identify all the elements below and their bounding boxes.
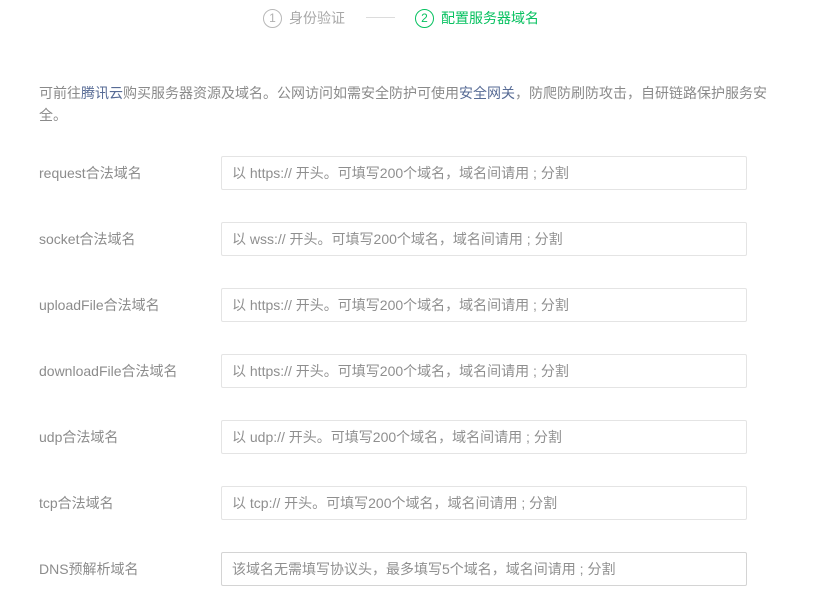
step-label-2: 配置服务器域名 xyxy=(441,10,539,26)
intro-text-1: 可前往 xyxy=(39,85,81,101)
step-connector xyxy=(366,17,395,18)
socket-domain-input[interactable] xyxy=(221,222,747,256)
downloadfile-domain-label: downloadFile合法域名 xyxy=(39,363,178,379)
socket-domain-label: socket合法域名 xyxy=(39,231,136,247)
uploadfile-domain-input[interactable] xyxy=(221,288,747,322)
step-number-1: 1 xyxy=(263,8,282,28)
uploadfile-domain-label: uploadFile合法域名 xyxy=(39,297,160,313)
udp-domain-input[interactable] xyxy=(221,420,747,454)
intro-text-2: 购买服务器资源及域名。公网访问如需安全防护可使用 xyxy=(123,85,459,101)
security-gateway-link[interactable]: 安全网关 xyxy=(459,85,515,101)
dns-prefetch-domain-label: DNS预解析域名 xyxy=(39,561,139,577)
udp-domain-label: udp合法域名 xyxy=(39,429,119,445)
tcp-domain-input[interactable] xyxy=(221,486,747,520)
step-label-1: 身份验证 xyxy=(289,10,345,26)
request-domain-input[interactable] xyxy=(221,156,747,190)
tencent-cloud-link[interactable]: 腾讯云 xyxy=(81,85,123,101)
step-configure-domains: 2 配置服务器域名 xyxy=(415,6,539,30)
request-domain-label: request合法域名 xyxy=(39,165,142,181)
stepper: 1 身份验证 2 配置服务器域名 xyxy=(0,6,830,30)
dns-prefetch-domain-input[interactable] xyxy=(221,552,747,586)
intro-text: 可前往腾讯云购买服务器资源及域名。公网访问如需安全防护可使用安全网关，防爬防刷防… xyxy=(39,82,769,126)
downloadfile-domain-input[interactable] xyxy=(221,354,747,388)
tcp-domain-label: tcp合法域名 xyxy=(39,495,114,511)
step-number-2: 2 xyxy=(415,8,434,28)
step-identity-verification: 1 身份验证 xyxy=(263,6,345,30)
